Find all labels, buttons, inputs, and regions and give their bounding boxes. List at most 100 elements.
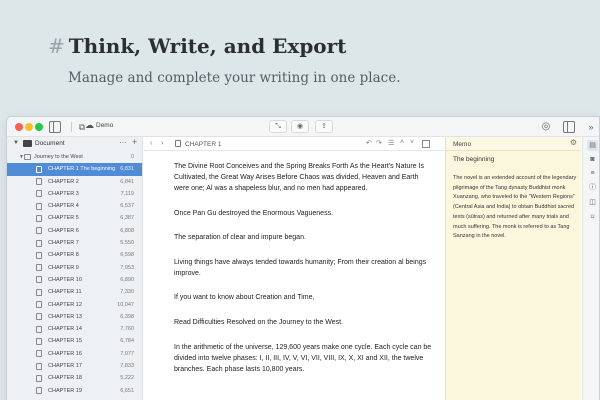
chapter-item[interactable]: CHAPTER 3 7,119 [7,188,142,200]
chapter-word-count: 6,537 [120,203,134,210]
chapter-item[interactable]: CHAPTER 18 5,222 [7,372,142,384]
chapter-item[interactable]: CHAPTER 13 6,398 [7,311,142,323]
chapter-item[interactable]: CHAPTER 1 The beginning 6,831 [7,163,142,176]
zoom-window-button[interactable] [35,123,43,131]
editor-paragraph[interactable]: Living things have always tended towards… [174,257,432,279]
chapter-label: CHAPTER 8 [48,252,79,259]
list-icon[interactable]: ≡ [587,168,598,179]
forward-arrow-icon[interactable]: › [161,140,163,147]
memo-text[interactable]: The novel is an extended account of the … [453,174,579,242]
document-icon [36,337,42,345]
chevron-up-icon[interactable]: ˄ [400,139,404,146]
app-window: ⧉ ☁ Demo ⤡ ◉ ⇪ ◎ » ▼ Document ··· + ▼ Jo… [6,116,600,400]
cloud-icon: ☁ [85,120,94,130]
chapter-item[interactable]: CHAPTER 15 6,784 [7,335,142,347]
chapter-item[interactable]: CHAPTER 4 6,537 [7,200,142,212]
document-icon [36,264,42,272]
right-panel-toggle-icon[interactable] [563,121,575,133]
folder-label: Journey to the West [34,154,83,160]
chapter-label: CHAPTER 7 [48,240,79,247]
editor-paragraph[interactable]: The Divine Root Conceives and the Spring… [174,161,432,194]
sidebar: ▼ Document ··· + ▼ Journey to the West 0… [7,137,143,400]
chapter-label: CHAPTER 5 [48,215,79,222]
chapter-label: CHAPTER 12 [48,301,82,308]
chapter-label: CHAPTER 3 [48,190,79,197]
add-document-button[interactable]: + [132,137,137,147]
folder-item[interactable]: ▼ Journey to the West 0 [7,151,142,163]
gear-icon[interactable]: ⚙ [570,138,577,147]
book-icon[interactable]: ◫ [587,197,598,208]
chapter-item[interactable]: CHAPTER 5 6,387 [7,212,142,224]
memo-icon[interactable]: ▤ [587,140,598,151]
chapter-word-count: 7,053 [120,264,134,271]
redo-icon[interactable]: ↷ [376,139,382,147]
chapter-word-count: 6,784 [120,338,134,345]
undo-icon[interactable]: ↶ [366,139,372,147]
chapter-word-count: 5,550 [120,240,134,247]
editor-paragraph[interactable]: Once Pan Gu destroyed the Enormous Vague… [174,208,432,219]
document-icon [36,202,42,210]
chapter-label: CHAPTER 14 [48,326,82,333]
collapse-chevron-icon[interactable]: » [585,121,597,133]
close-window-button[interactable] [15,123,23,131]
document-icon [36,325,42,333]
editor-paragraph[interactable]: If you want to know about Creation and T… [174,292,432,303]
toolbar-divider [71,122,72,132]
chapter-item[interactable]: CHAPTER 11 7,330 [7,286,142,298]
chapter-item[interactable]: CHAPTER 8 6,598 [7,249,142,261]
chapter-item[interactable]: CHAPTER 7 5,550 [7,237,142,249]
chapter-label: CHAPTER 2 [48,178,79,185]
chapter-word-count: 7,833 [120,363,134,370]
memo-heading[interactable]: The beginning [453,156,494,163]
focus-mode-button[interactable]: ⤡ [269,120,287,133]
outline-icon[interactable]: ☰ [388,139,394,147]
memo-label: Memo [453,140,472,148]
chapter-word-count: 7,119 [120,190,134,197]
export-button[interactable]: ⇪ [315,120,333,133]
document-icon [36,350,42,358]
editor-paragraph[interactable]: In the arithmetic of the universe, 129,6… [174,342,432,375]
document-icon [36,374,42,382]
info-icon[interactable]: ⓘ [587,182,598,193]
chevron-down-icon[interactable]: ˅ [410,139,414,146]
editor-pane: ‹ › CHAPTER 1 ↶ ↷ ☰ ˄ ˅ The Divine Root … [144,137,444,400]
hash-glyph: # [48,34,65,58]
project-name[interactable]: Demo [96,122,113,129]
editor-paragraph[interactable]: Read Difficulties Resolved on the Journe… [174,317,432,328]
document-icon [36,301,42,309]
bookmark-icon[interactable]: ⌑ [587,212,598,223]
editor-body[interactable]: The Divine Root Conceives and the Spring… [144,151,444,375]
chapter-item[interactable]: CHAPTER 19 6,651 [7,385,142,397]
chevron-down-icon[interactable]: ▼ [13,140,19,146]
account-icon[interactable]: ◎ [540,121,552,133]
more-options-icon[interactable]: ··· [119,138,127,147]
chapter-item[interactable]: CHAPTER 2 6,841 [7,176,142,188]
chapter-item[interactable]: CHAPTER 6 6,808 [7,225,142,237]
editor-paragraph[interactable]: The separation of clear and impure began… [174,232,432,243]
memo-panel: Memo ⚙ The beginning The novel is an ext… [445,137,581,400]
chapter-word-count: 6,890 [120,276,134,283]
split-view-icon[interactable] [422,140,430,148]
chapter-item[interactable]: CHAPTER 14 7,760 [7,323,142,335]
minimize-window-button[interactable] [25,123,33,131]
chapter-word-count: 7,077 [120,350,134,357]
chapter-item[interactable]: CHAPTER 12 10,047 [7,299,142,311]
chapter-item[interactable]: CHAPTER 9 7,053 [7,262,142,274]
sidebar-toggle-icon[interactable] [49,121,61,133]
chapter-label: CHAPTER 9 [48,264,79,271]
camera-icon[interactable]: ◙ [587,154,598,165]
document-icon [36,214,42,222]
document-icon [36,251,42,259]
chapter-item[interactable]: CHAPTER 17 7,833 [7,360,142,372]
chapter-label: CHAPTER 1 The beginning [48,166,116,173]
chapter-word-count: 5,222 [120,375,134,382]
sidebar-root-label: Document [35,140,65,147]
hero-title: # Think, Write, and Export [48,34,346,58]
preview-button[interactable]: ◉ [291,120,309,133]
back-arrow-icon[interactable]: ‹ [150,140,152,147]
document-icon [36,387,42,395]
chapter-item[interactable]: CHAPTER 16 7,077 [7,348,142,360]
document-icon [36,227,42,235]
sidebar-root[interactable]: ▼ Document ··· + [7,137,142,151]
chapter-item[interactable]: CHAPTER 10 6,890 [7,274,142,286]
